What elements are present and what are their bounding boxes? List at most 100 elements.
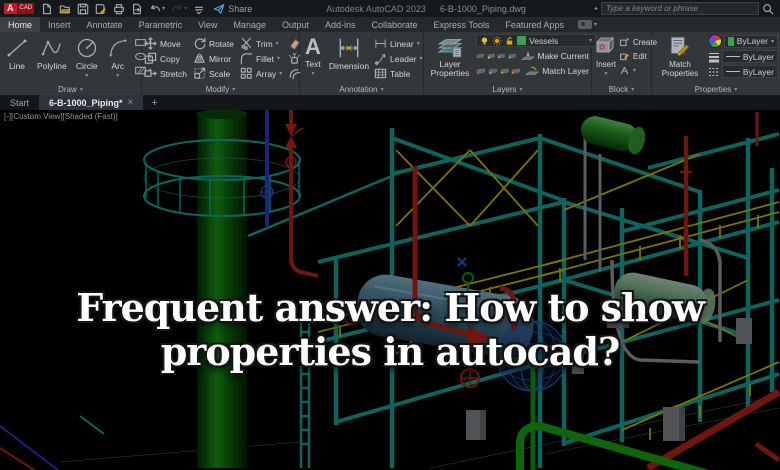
file-tab-bar: Start 6-B-1000_Piping* × + (0, 95, 780, 110)
tab-parametric[interactable]: Parametric (131, 17, 191, 32)
viewport-controls[interactable]: [-][Custom View][Shaded (Fast)] (4, 112, 118, 121)
table-button[interactable]: Table (374, 67, 422, 80)
move-button[interactable]: Move (144, 37, 187, 50)
tab-add-ins[interactable]: Add-ins (317, 17, 364, 32)
layer-properties-button[interactable]: Layer Properties (426, 34, 474, 79)
scale-button[interactable]: Scale (193, 67, 234, 80)
tab-view[interactable]: View (190, 17, 225, 32)
text-button[interactable]: A Text ▾ (302, 34, 324, 78)
layer-thaw-sun-icon (492, 36, 502, 45)
search-area: ▸ (595, 2, 774, 15)
new-drawing-tab-button[interactable]: + (143, 95, 165, 110)
layer-lock-icon[interactable] (497, 50, 506, 62)
stretch-button[interactable]: Stretch (144, 67, 187, 80)
tab-express-tools[interactable]: Express Tools (426, 17, 498, 32)
file-tab-drawing[interactable]: 6-B-1000_Piping* × (39, 95, 144, 110)
insert-block-button[interactable]: Insert ▾ (594, 34, 618, 78)
dimension-button[interactable]: Dimension (326, 34, 372, 72)
layer-unlock-all-icon[interactable] (511, 65, 522, 77)
export-button[interactable] (128, 1, 146, 16)
match-properties-button[interactable]: Match Properties (654, 34, 706, 79)
layer-dropdown[interactable]: Vessels ▾ (476, 34, 596, 47)
tab-manage[interactable]: Manage (225, 17, 274, 32)
image-chip-icon (577, 20, 592, 29)
plot-button[interactable] (110, 1, 128, 16)
line-icon (7, 39, 27, 57)
linear-dimension-button[interactable]: Linear ▾ (374, 37, 422, 50)
line-button[interactable]: Line (2, 34, 32, 72)
search-input[interactable] (601, 2, 759, 15)
trim-button[interactable]: Trim ▾ (240, 37, 282, 50)
autocad-window: A CAD ▾ ▾ Share Autodesk AutoCAD 2023 6-… (0, 0, 780, 470)
file-tab-start[interactable]: Start (0, 95, 39, 110)
copy-icon (144, 52, 157, 64)
mirror-button[interactable]: Mirror (193, 52, 234, 65)
lineweight-dropdown[interactable]: ByLayer (722, 50, 778, 63)
save-button[interactable] (74, 1, 92, 16)
new-file-button[interactable] (38, 1, 56, 16)
tab-featured-apps[interactable]: Featured Apps (497, 17, 572, 32)
tab-collaborate[interactable]: Collaborate (364, 17, 426, 32)
scale-icon (194, 67, 206, 79)
qat-customize-button[interactable] (190, 1, 208, 16)
chevron-down-icon: ▾ (419, 56, 423, 62)
panel-label-draw[interactable]: Draw ▾ (0, 83, 141, 95)
match-layer-icon (525, 65, 540, 75)
chevron-down-icon: ▾ (593, 22, 597, 28)
attributes-icon (620, 66, 629, 75)
application-menu-button[interactable]: A CAD (4, 3, 35, 14)
panel-label-properties[interactable]: Properties ▾ (652, 83, 780, 95)
circle-button[interactable]: Circle ▾ (72, 34, 102, 80)
chevron-down-icon: ▾ (734, 86, 738, 93)
chevron-down-icon: ▾ (79, 86, 83, 93)
trim-icon (241, 37, 251, 50)
chevron-down-icon: ▾ (604, 71, 608, 77)
fillet-button[interactable]: Fillet ▾ (240, 52, 282, 65)
panel-label-modify[interactable]: Modify ▾ (142, 83, 299, 95)
polyline-button[interactable]: Polyline (34, 34, 70, 72)
tab-home[interactable]: Home (0, 17, 41, 32)
drawing-viewport[interactable]: [-][Custom View][Shaded (Fast)] Frequent… (0, 110, 780, 470)
array-button[interactable]: Array ▾ (240, 67, 282, 80)
object-color-dropdown[interactable]: ByLayer ▾ (724, 34, 778, 48)
ribbon-display-options-button[interactable]: ▾ (572, 17, 603, 32)
share-button[interactable]: Share (208, 3, 257, 15)
panel-label-annotation[interactable]: Annotation ▾ (300, 83, 423, 95)
match-layer-button[interactable]: Match Layer (525, 64, 589, 77)
layer-vpfreeze-icon[interactable] (499, 65, 510, 77)
current-layer-name: Vessels (529, 35, 559, 46)
open-file-button[interactable] (56, 1, 74, 16)
panel-modify: Move Copy Stretch Rotate Mirror Scale Tr… (142, 32, 301, 95)
tab-output[interactable]: Output (274, 17, 317, 32)
linetype-icon (709, 67, 719, 76)
linetype-dropdown[interactable]: ByLayer (722, 65, 778, 78)
arc-button[interactable]: Arc ▾ (104, 34, 132, 80)
arc-icon (109, 39, 127, 57)
undo-button[interactable]: ▾ (146, 1, 168, 16)
panel-label-layers[interactable]: Layers ▾ (424, 83, 591, 95)
rotate-icon (194, 37, 206, 50)
redo-button[interactable]: ▾ (168, 1, 190, 16)
copy-button[interactable]: Copy (144, 52, 187, 65)
make-current-button[interactable]: Make Current (520, 49, 589, 62)
save-as-button[interactable] (92, 1, 110, 16)
search-icon[interactable] (762, 3, 774, 15)
leader-icon (374, 54, 386, 65)
layer-isolate-icon[interactable] (476, 50, 485, 62)
tab-insert[interactable]: Insert (40, 17, 79, 32)
chevron-down-icon: ▾ (633, 68, 637, 74)
color-wheel-icon (708, 34, 722, 48)
layer-walk-icon[interactable] (487, 65, 498, 77)
customize-icon (195, 6, 204, 14)
panel-label-block[interactable]: Block ▾ (592, 83, 651, 95)
match-properties-icon (670, 36, 690, 56)
layer-undo-icon[interactable] (476, 65, 486, 77)
layer-off-icon[interactable] (507, 50, 517, 62)
layer-freeze-icon[interactable] (486, 50, 496, 62)
leader-button[interactable]: Leader ▾ (374, 52, 423, 65)
tab-annotate[interactable]: Annotate (79, 17, 131, 32)
mirror-icon (194, 53, 205, 64)
rotate-button[interactable]: Rotate (193, 37, 234, 50)
layer-color-swatch (517, 36, 526, 45)
close-icon[interactable]: × (128, 97, 134, 108)
